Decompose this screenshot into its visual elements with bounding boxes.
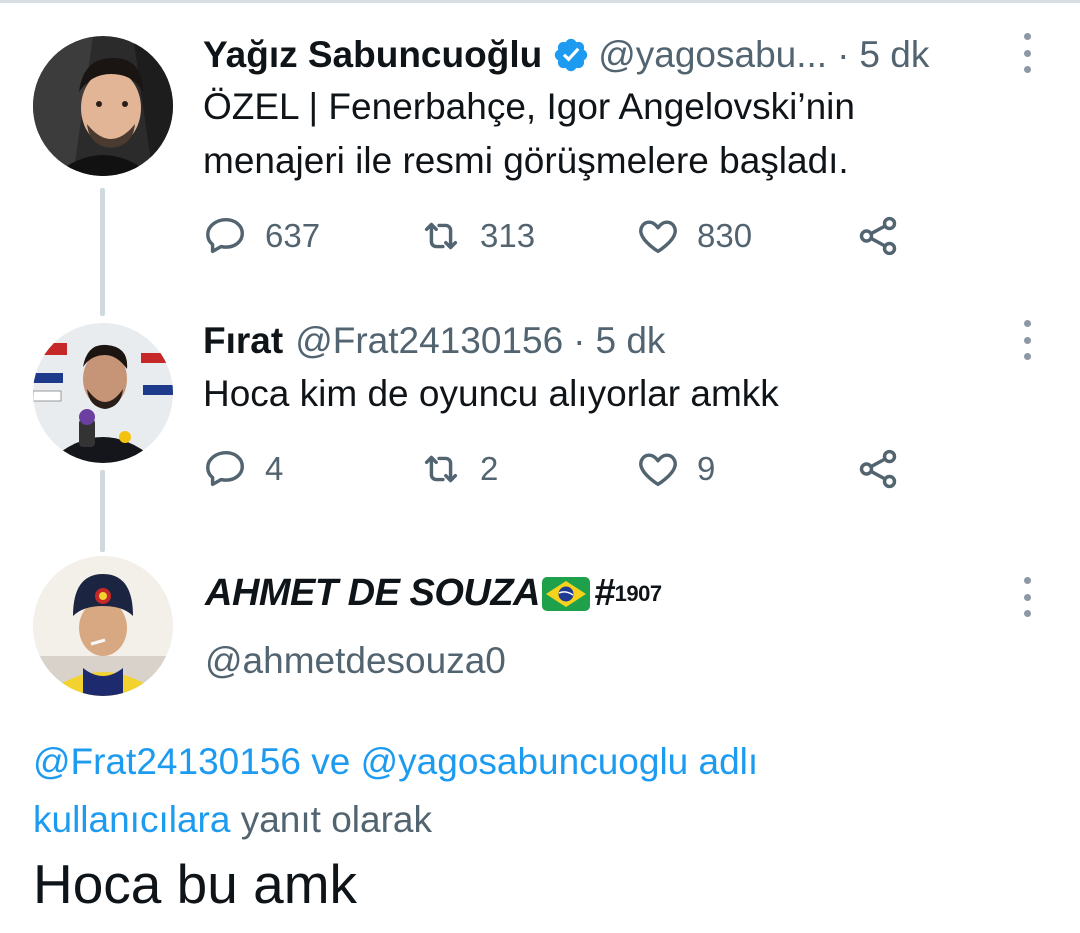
- tweet-text: ÖZEL | Fenerbahçe, Igor Angelovski’nin m…: [203, 80, 855, 188]
- tweet-actions: 637 313 830: [203, 213, 923, 263]
- thread-connector: [100, 470, 105, 552]
- replying-suffix: yanıt olarak: [230, 799, 432, 840]
- mention-link[interactable]: @yagosabuncuoglu adlı: [361, 741, 759, 782]
- tweet-header: Yağız Sabuncuoğlu @yagosabu... · 5 dk: [203, 34, 929, 76]
- replying-connector: ve: [300, 741, 361, 782]
- retweet-count: 313: [480, 217, 536, 254]
- like-button[interactable]: 9: [635, 446, 715, 492]
- like-count: 9: [697, 450, 716, 487]
- replying-to: @Frat24130156 ve @yagosabuncuoglu adlı k…: [33, 733, 1033, 849]
- timestamp[interactable]: 5 dk: [859, 34, 929, 76]
- reply-author-name[interactable]: AHMET DE SOUZA #1907: [205, 572, 662, 615]
- share-icon: [859, 449, 897, 489]
- avatar[interactable]: [33, 323, 173, 463]
- tweet-text-line: ÖZEL | Fenerbahçe, Igor Angelovski’nin: [203, 86, 855, 127]
- more-vertical-icon[interactable]: [1021, 320, 1033, 360]
- tweet-text: Hoca kim de oyuncu alıyorlar amkk: [203, 367, 779, 421]
- retweet-count: 2: [480, 450, 499, 487]
- retweet-icon: [424, 222, 458, 250]
- author-handle[interactable]: @yagosabu...: [598, 34, 827, 76]
- like-count: 830: [697, 217, 753, 254]
- author-name[interactable]: Fırat: [203, 320, 283, 362]
- author-sup: 1907: [614, 580, 662, 606]
- reply-button[interactable]: 4: [203, 446, 283, 492]
- comment-bubble-icon: [206, 217, 245, 254]
- brazil-flag-icon: [542, 576, 590, 611]
- separator-dot: ·: [573, 320, 586, 361]
- more-vertical-icon[interactable]: [1021, 577, 1033, 617]
- tweet-text-line: menajeri ile resmi görüşmelere başladı.: [203, 140, 849, 181]
- share-button[interactable]: [855, 213, 901, 259]
- retweet-icon: [424, 455, 458, 483]
- mention-link[interactable]: @Frat24130156: [33, 741, 301, 782]
- top-divider: [0, 0, 1080, 3]
- separator-dot: ·: [837, 34, 850, 75]
- retweet-button[interactable]: 2: [418, 446, 498, 492]
- author-name[interactable]: Yağız Sabuncuoğlu: [203, 34, 542, 76]
- reply-text: Hoca bu amk: [33, 853, 358, 915]
- reply-button[interactable]: 637: [203, 213, 320, 259]
- thread-connector: [100, 188, 105, 316]
- heart-icon: [639, 453, 677, 487]
- author-suffix: #: [594, 572, 615, 614]
- share-button[interactable]: [855, 446, 901, 492]
- like-button[interactable]: 830: [635, 213, 752, 259]
- timestamp[interactable]: 5 dk: [595, 320, 665, 362]
- avatar[interactable]: [33, 36, 173, 176]
- verified-badge-icon: [552, 36, 590, 74]
- retweet-button[interactable]: 313: [418, 213, 535, 259]
- more-vertical-icon[interactable]: [1021, 33, 1033, 73]
- share-icon: [859, 216, 897, 256]
- tweet-text-line: Hoca kim de oyuncu alıyorlar amkk: [203, 373, 779, 414]
- author-handle[interactable]: @ahmetdesouza0: [205, 640, 506, 682]
- tweet-actions: 4 2 9: [203, 446, 923, 496]
- mention-link[interactable]: kullanıcılara: [33, 799, 230, 840]
- author-handle[interactable]: @Frat24130156: [295, 320, 563, 362]
- reply-count: 4: [265, 450, 284, 487]
- avatar[interactable]: [33, 556, 173, 696]
- heart-icon: [639, 220, 677, 254]
- author-name: AHMET DE SOUZA: [205, 572, 541, 614]
- comment-bubble-icon: [206, 450, 245, 487]
- tweet-header: Fırat @Frat24130156 · 5 dk: [203, 320, 665, 362]
- reply-count: 637: [265, 217, 321, 254]
